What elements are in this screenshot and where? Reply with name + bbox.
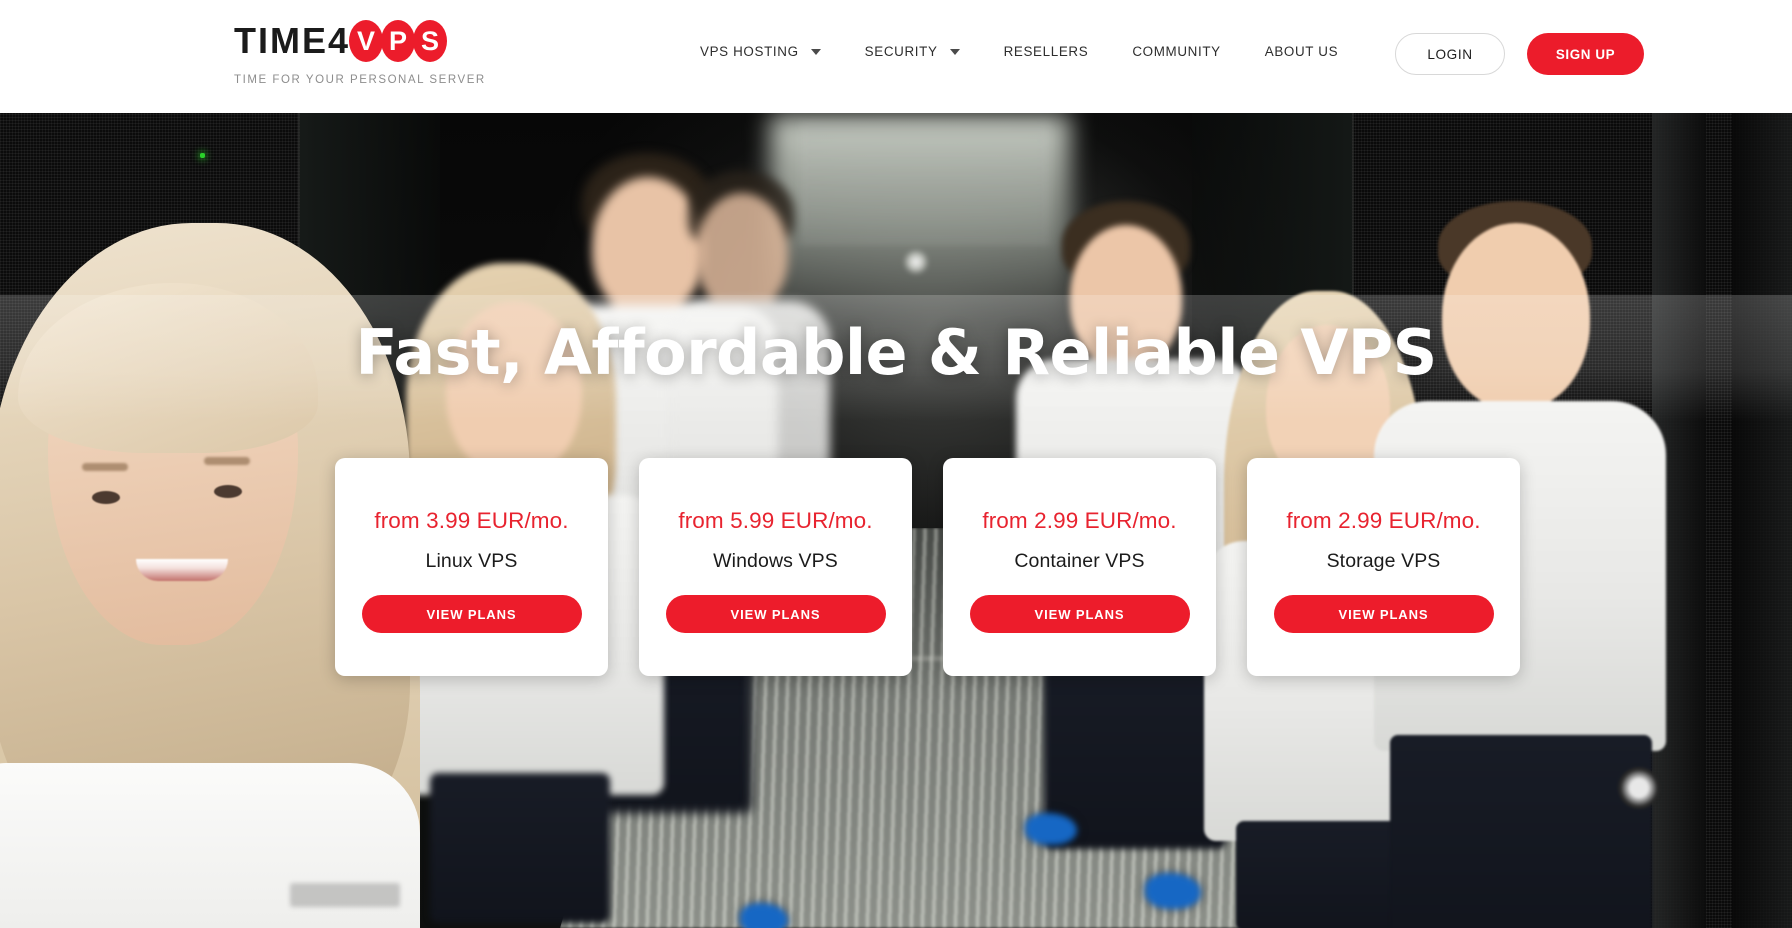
chevron-down-icon — [949, 48, 960, 55]
logo-text: TIME4 — [234, 20, 351, 61]
nav-label-community: COMMUNITY — [1132, 44, 1221, 59]
view-plans-button-container[interactable]: VIEW PLANS — [969, 595, 1190, 633]
view-plans-button-storage[interactable]: VIEW PLANS — [1273, 595, 1494, 633]
hero-section: Fast, Affordable & Reliable VPS from 3.9… — [0, 113, 1792, 928]
logo-circles: V P S — [349, 20, 448, 62]
shoe — [1145, 873, 1201, 909]
tshirt-logo — [290, 883, 400, 907]
plan-price: from 3.99 EUR/mo. — [374, 508, 569, 533]
eyebrow — [82, 463, 128, 471]
plan-card-container-vps[interactable]: from 2.99 EUR/mo. Container VPS VIEW PLA… — [943, 458, 1216, 676]
corridor-far-blinds — [800, 123, 1050, 243]
eye — [214, 485, 242, 498]
plan-cards: from 3.99 EUR/mo. Linux VPS VIEW PLANS f… — [335, 458, 1520, 676]
nav-item-community[interactable]: COMMUNITY — [1132, 40, 1220, 63]
plan-title: Windows VPS — [713, 550, 838, 572]
plan-title: Linux VPS — [425, 550, 518, 572]
eye — [92, 491, 120, 504]
nav-label-resellers: RESELLERS — [1003, 44, 1089, 59]
wristwatch — [1618, 767, 1660, 809]
nav-item-resellers[interactable]: RESELLERS — [1004, 40, 1089, 63]
nav-label-security: SECURITY — [864, 44, 938, 59]
nav-label-about-us: ABOUT US — [1264, 44, 1339, 59]
rack-panel-b — [1732, 113, 1792, 928]
rack-led-indicator — [200, 153, 205, 158]
plan-price: from 2.99 EUR/mo. — [982, 508, 1177, 533]
site-header: TIME4 V P S TIME FOR YOUR PERSONAL SERVE… — [0, 0, 1792, 113]
nav-label-vps-hosting: VPS HOSTING — [700, 44, 799, 59]
signup-button[interactable]: SIGN UP — [1527, 33, 1644, 75]
plan-price: from 5.99 EUR/mo. — [678, 508, 873, 533]
mouth — [136, 559, 228, 581]
eyebrow — [204, 457, 250, 465]
plan-price: from 2.99 EUR/mo. — [1286, 508, 1481, 533]
hero-headline: Fast, Affordable & Reliable VPS — [355, 316, 1437, 389]
logo-circle-v: V — [349, 20, 384, 62]
nav-item-about-us[interactable]: ABOUT US — [1265, 40, 1338, 63]
login-button[interactable]: LOGIN — [1395, 33, 1505, 75]
shoe — [1025, 813, 1077, 845]
plan-card-storage-vps[interactable]: from 2.99 EUR/mo. Storage VPS VIEW PLANS — [1247, 458, 1520, 676]
nav-item-vps-hosting[interactable]: VPS HOSTING — [700, 40, 821, 63]
view-plans-button-linux[interactable]: VIEW PLANS — [361, 595, 582, 633]
plan-card-windows-vps[interactable]: from 5.99 EUR/mo. Windows VPS VIEW PLANS — [639, 458, 912, 676]
main-nav: VPS HOSTING SECURITY RESELLERS COMMUNITY… — [700, 40, 1338, 63]
logo-circle-p: P — [381, 20, 416, 62]
logo-wordmark: TIME4 V P S — [234, 17, 469, 65]
page-root: TIME4 V P S TIME FOR YOUR PERSONAL SERVE… — [0, 0, 1792, 928]
plan-title: Container VPS — [1014, 550, 1145, 572]
view-plans-button-windows[interactable]: VIEW PLANS — [665, 595, 886, 633]
logo[interactable]: TIME4 V P S TIME FOR YOUR PERSONAL SERVE… — [234, 17, 486, 95]
nav-item-security[interactable]: SECURITY — [865, 40, 960, 63]
logo-tagline: TIME FOR YOUR PERSONAL SERVER — [234, 74, 486, 86]
plan-card-linux-vps[interactable]: from 3.99 EUR/mo. Linux VPS VIEW PLANS — [335, 458, 608, 676]
plan-title: Storage VPS — [1326, 550, 1441, 572]
ceiling-lamp — [905, 251, 927, 273]
chevron-down-icon — [810, 48, 821, 55]
logo-circle-s: S — [413, 20, 448, 62]
